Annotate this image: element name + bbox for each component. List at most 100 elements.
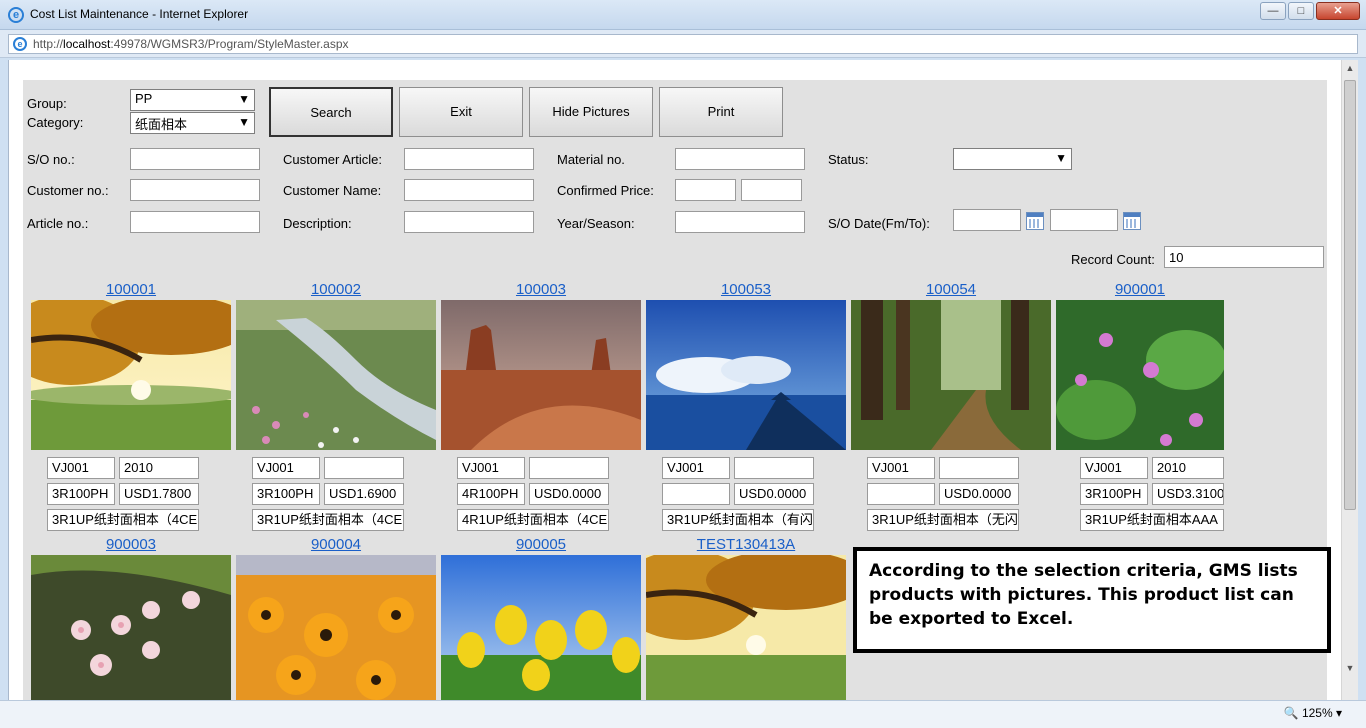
page-viewport: Group: Category: PP ▼ 纸面相本 ▼ Search Exit… <box>8 60 1358 700</box>
card-field[interactable]: 3R1UP纸封面相本（有闪 <box>662 509 814 531</box>
minimize-button[interactable]: — <box>1260 2 1286 20</box>
product-photo-pink-flowers <box>1056 300 1224 450</box>
group-select[interactable]: PP ▼ <box>130 89 255 111</box>
product-link[interactable]: 900004 <box>236 535 436 555</box>
product-link[interactable]: 900001 <box>1056 280 1224 300</box>
calendar-to-icon[interactable] <box>1123 212 1141 230</box>
card-field[interactable]: VJ001 <box>867 457 935 479</box>
so-date-label: S/O Date(Fm/To): <box>828 216 930 231</box>
product-photo-autumn-tree <box>31 300 231 450</box>
material-no-input[interactable] <box>675 148 805 170</box>
so-date-to-input[interactable] <box>1050 209 1118 231</box>
card-field[interactable]: VJ001 <box>457 457 525 479</box>
confirmed-price-to-input[interactable] <box>741 179 802 201</box>
card-field[interactable]: USD0.0000 <box>529 483 609 505</box>
card-field[interactable]: 4R100PH <box>457 483 525 505</box>
close-button[interactable]: ✕ <box>1316 2 1360 20</box>
card-field[interactable] <box>324 457 404 479</box>
product-card: TEST130413A <box>646 535 846 700</box>
url-host: localhost <box>63 37 111 51</box>
card-field[interactable]: VJ001 <box>252 457 320 479</box>
status-select[interactable]: ▼ <box>953 148 1072 170</box>
product-photo-frangipani <box>31 555 231 700</box>
card-field[interactable]: VJ001 <box>1080 457 1148 479</box>
customer-no-label: Customer no.: <box>27 183 109 198</box>
card-field[interactable]: USD1.6900 <box>324 483 404 505</box>
zoom-control[interactable]: 🔍 125% ▾ <box>1284 706 1342 720</box>
calendar-from-icon[interactable] <box>1026 212 1044 230</box>
card-field[interactable]: USD0.0000 <box>939 483 1019 505</box>
customer-name-input[interactable] <box>404 179 534 201</box>
card-field[interactable] <box>734 457 814 479</box>
so-no-input[interactable] <box>130 148 260 170</box>
card-field[interactable]: USD3.3100 <box>1152 483 1224 505</box>
card-field[interactable]: 3R100PH <box>252 483 320 505</box>
card-field[interactable]: 3R100PH <box>47 483 115 505</box>
card-field[interactable]: VJ001 <box>662 457 730 479</box>
description-input[interactable] <box>404 211 534 233</box>
group-select-value: PP <box>135 91 153 106</box>
maximize-button[interactable]: □ <box>1288 2 1314 20</box>
card-field[interactable]: USD1.7800 <box>119 483 199 505</box>
product-link[interactable]: 100054 <box>851 280 1051 300</box>
card-field[interactable]: 3R1UP纸封面相本（4CE <box>47 509 199 531</box>
card-field[interactable] <box>867 483 935 505</box>
scroll-thumb[interactable] <box>1344 80 1356 510</box>
card-field[interactable]: 4R1UP纸封面相本（4CE <box>457 509 609 531</box>
record-count-label: Record Count: <box>1071 252 1155 267</box>
so-date-from-input[interactable] <box>953 209 1021 231</box>
search-button[interactable]: Search <box>269 87 393 137</box>
window-title: Cost List Maintenance - Internet Explore… <box>30 7 249 21</box>
record-count-input[interactable] <box>1164 246 1324 268</box>
hide-pictures-button[interactable]: Hide Pictures <box>529 87 653 137</box>
product-link[interactable]: 100053 <box>646 280 846 300</box>
card-field[interactable]: 3R100PH <box>1080 483 1148 505</box>
year-season-input[interactable] <box>675 211 805 233</box>
product-photo-yellow-tulips <box>441 555 641 700</box>
exit-button[interactable]: Exit <box>399 87 523 137</box>
card-field[interactable]: VJ001 <box>47 457 115 479</box>
chevron-down-icon: ▼ <box>238 92 250 106</box>
chevron-down-icon: ▼ <box>1055 151 1067 165</box>
customer-no-input[interactable] <box>130 179 260 201</box>
customer-article-label: Customer Article: <box>283 152 382 167</box>
url-field[interactable]: http://localhost:49978/WGMSR3/Program/St… <box>8 34 1358 54</box>
product-link[interactable]: 100002 <box>236 280 436 300</box>
status-bar: 🔍 125% ▾ <box>0 700 1366 728</box>
product-card: 100001 VJ001 2010 3R100PH USD1.7800 3R1U… <box>31 280 231 531</box>
card-field[interactable]: USD0.0000 <box>734 483 814 505</box>
address-bar: http://localhost:49978/WGMSR3/Program/St… <box>0 30 1366 58</box>
vertical-scrollbar[interactable]: ▲ ▼ <box>1341 60 1358 700</box>
card-field[interactable]: 3R1UP纸封面相本（无闪 <box>867 509 1019 531</box>
category-select[interactable]: 纸面相本 ▼ <box>130 112 255 134</box>
description-label: Description: <box>283 216 352 231</box>
print-button[interactable]: Print <box>659 87 783 137</box>
customer-name-label: Customer Name: <box>283 183 382 198</box>
card-field[interactable]: 3R1UP纸封面相本（4CE <box>252 509 404 531</box>
category-select-value: 纸面相本 <box>135 117 188 132</box>
product-link[interactable]: TEST130413A <box>646 535 846 555</box>
scroll-down-icon[interactable]: ▼ <box>1342 660 1358 676</box>
customer-article-input[interactable] <box>404 148 534 170</box>
card-field[interactable] <box>529 457 609 479</box>
card-field[interactable] <box>662 483 730 505</box>
product-photo-forest-path <box>851 300 1051 450</box>
card-field[interactable]: 3R1UP纸封面相本AAA <box>1080 509 1224 531</box>
confirmed-price-from-input[interactable] <box>675 179 736 201</box>
category-label: Category: <box>27 115 84 130</box>
product-link[interactable]: 100003 <box>441 280 641 300</box>
page-icon: e <box>13 37 27 51</box>
card-field[interactable] <box>939 457 1019 479</box>
product-link[interactable]: 900005 <box>441 535 641 555</box>
product-link[interactable]: 100001 <box>31 280 231 300</box>
card-field[interactable]: 2010 <box>1152 457 1224 479</box>
title-bar: e Cost List Maintenance - Internet Explo… <box>0 0 1366 30</box>
scroll-up-icon[interactable]: ▲ <box>1342 60 1358 76</box>
card-field[interactable]: 2010 <box>119 457 199 479</box>
product-card: 100003 VJ001 4R100PH USD0.0000 4R1UP纸封面相… <box>441 280 641 531</box>
article-no-input[interactable] <box>130 211 260 233</box>
article-no-label: Article no.: <box>27 216 89 231</box>
group-label: Group: <box>27 96 67 111</box>
url-path: :49978/WGMSR3/Program/StyleMaster.aspx <box>110 37 349 51</box>
product-link[interactable]: 900003 <box>31 535 231 555</box>
